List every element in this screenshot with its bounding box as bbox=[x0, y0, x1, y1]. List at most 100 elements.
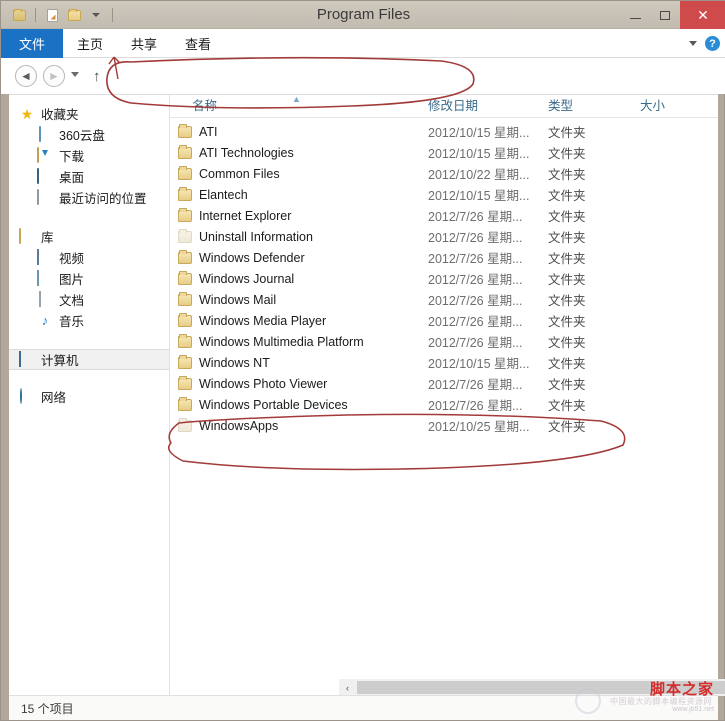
sidebar-item-videos[interactable]: 视频 bbox=[9, 247, 169, 268]
file-date-cell: 2012/10/15 星期... bbox=[428, 357, 530, 371]
table-row[interactable]: ATI Technologies 2012/10/15 星期... 文件夹 bbox=[170, 142, 718, 163]
table-row[interactable]: Internet Explorer 2012/7/26 星期... 文件夹 bbox=[170, 205, 718, 226]
file-type-cell: 文件夹 bbox=[548, 336, 586, 350]
sidebar-label-favorites: 收藏夹 bbox=[41, 108, 79, 122]
sidebar-item-desktop[interactable]: 桌面 bbox=[9, 166, 169, 187]
file-name-label: Windows Multimedia Platform bbox=[199, 334, 364, 349]
file-list-pane: 名称 修改日期 类型 大小 ▲ ATI 2012/10/15 星期... 文件夹 AT… bbox=[169, 94, 725, 696]
file-date-cell: 2012/7/26 星期... bbox=[428, 210, 523, 224]
sidebar-item-documents[interactable]: 文档 bbox=[9, 289, 169, 310]
scroll-left-arrow[interactable]: ‹ bbox=[339, 679, 356, 696]
file-type-cell: 文件夹 bbox=[548, 378, 586, 392]
table-row[interactable]: Uninstall Information 2012/7/26 星期... 文件夹 bbox=[170, 226, 718, 247]
file-date-cell: 2012/7/26 星期... bbox=[428, 378, 523, 392]
file-name-cell: Windows Photo Viewer bbox=[170, 376, 428, 391]
scrollbar-thumb[interactable] bbox=[357, 681, 725, 694]
file-name-label: Windows Mail bbox=[199, 292, 277, 307]
file-type-cell: 文件夹 bbox=[548, 294, 586, 308]
file-type-cell: 文件夹 bbox=[548, 357, 586, 371]
chevron-down-icon[interactable] bbox=[86, 5, 106, 25]
maximize-button[interactable] bbox=[650, 1, 680, 29]
file-name-label: Windows Media Player bbox=[199, 313, 327, 328]
toolbar-divider bbox=[35, 8, 36, 22]
column-header-date[interactable]: 修改日期 bbox=[428, 95, 548, 117]
cloud-drive-icon bbox=[37, 125, 53, 143]
star-icon: ★ bbox=[20, 105, 34, 122]
folder-icon[interactable] bbox=[9, 5, 29, 25]
folder-icon bbox=[178, 397, 192, 411]
tab-view[interactable]: 查看 bbox=[171, 29, 225, 58]
sort-ascending-icon: ▲ bbox=[292, 94, 301, 104]
file-date-cell: 2012/7/26 星期... bbox=[428, 252, 523, 266]
table-row[interactable]: Windows Mail 2012/7/26 星期... 文件夹 bbox=[170, 289, 718, 310]
chevron-down-icon[interactable] bbox=[71, 72, 79, 77]
sidebar-item-recent-places[interactable]: 最近访问的位置 bbox=[9, 187, 169, 208]
tab-home[interactable]: 主页 bbox=[63, 29, 117, 58]
chevron-down-icon[interactable] bbox=[689, 41, 697, 46]
back-button[interactable]: ◄ bbox=[15, 65, 37, 87]
file-rows: ATI 2012/10/15 星期... 文件夹 ATI Technologies 20… bbox=[170, 118, 718, 436]
sidebar-item-favorites[interactable]: ★ 收藏夹 bbox=[9, 103, 169, 124]
file-name-cell: Internet Explorer bbox=[170, 208, 428, 223]
folder-icon bbox=[178, 355, 192, 369]
file-name-label: ATI bbox=[199, 124, 218, 139]
properties-icon[interactable] bbox=[42, 5, 62, 25]
sidebar-item-computer[interactable]: 计算机 bbox=[9, 349, 169, 370]
file-name-label: Common Files bbox=[199, 166, 280, 181]
column-header-type[interactable]: 类型 bbox=[548, 95, 640, 117]
tab-file[interactable]: 文件 bbox=[1, 29, 63, 58]
folder-icon bbox=[178, 208, 192, 222]
table-row[interactable]: Common Files 2012/10/22 星期... 文件夹 bbox=[170, 163, 718, 184]
sidebar-label-recent-places: 最近访问的位置 bbox=[59, 192, 147, 206]
column-header-size[interactable]: 大小 bbox=[640, 95, 700, 117]
file-date-cell: 2012/10/15 星期... bbox=[428, 189, 530, 203]
table-row[interactable]: Windows Portable Devices 2012/7/26 星期... 文… bbox=[170, 394, 718, 415]
nav-group-favorites: ★ 收藏夹 360云盘 下载 桌面 最近访问的位置 bbox=[9, 103, 169, 208]
item-count-label: 15 个项目 bbox=[21, 701, 74, 716]
sidebar-item-360-cloud[interactable]: 360云盘 bbox=[9, 124, 169, 145]
file-type-cell: 文件夹 bbox=[548, 189, 586, 203]
minimize-button[interactable] bbox=[620, 1, 650, 29]
up-button[interactable]: ↑ bbox=[93, 68, 101, 85]
tab-share[interactable]: 共享 bbox=[117, 29, 171, 58]
file-type-cell: 文件夹 bbox=[548, 210, 586, 224]
sidebar-label-computer: 计算机 bbox=[41, 354, 79, 368]
sidebar-item-network[interactable]: 网络 bbox=[9, 386, 169, 407]
file-type-cell: 文件夹 bbox=[548, 420, 586, 434]
table-row[interactable]: ATI 2012/10/15 星期... 文件夹 bbox=[170, 121, 718, 142]
sidebar-item-downloads[interactable]: 下载 bbox=[9, 145, 169, 166]
file-date-cell: 2012/10/22 星期... bbox=[428, 168, 530, 182]
sidebar-item-pictures[interactable]: 图片 bbox=[9, 268, 169, 289]
file-date-cell: 2012/7/26 星期... bbox=[428, 231, 523, 245]
table-row[interactable]: Windows Journal 2012/7/26 星期... 文件夹 bbox=[170, 268, 718, 289]
file-type-cell: 文件夹 bbox=[548, 168, 586, 182]
file-name-cell: Windows Journal bbox=[170, 271, 428, 286]
sidebar-item-music[interactable]: ♪ 音乐 bbox=[9, 310, 169, 331]
new-folder-icon[interactable] bbox=[64, 5, 84, 25]
file-name-label: ATI Technologies bbox=[199, 145, 294, 160]
table-row[interactable]: Windows Photo Viewer 2012/7/26 星期... 文件夹 bbox=[170, 373, 718, 394]
forward-button[interactable]: ► bbox=[43, 65, 65, 87]
file-name-label: Windows NT bbox=[199, 355, 270, 370]
table-row[interactable]: WindowsApps 2012/10/25 星期... 文件夹 bbox=[170, 415, 718, 436]
sidebar-label-desktop: 桌面 bbox=[59, 171, 85, 185]
sidebar-item-libraries[interactable]: 库 bbox=[9, 226, 169, 247]
table-row[interactable]: Windows Multimedia Platform 2012/7/26 星期.… bbox=[170, 331, 718, 352]
table-row[interactable]: Elantech 2012/10/15 星期... 文件夹 bbox=[170, 184, 718, 205]
table-row[interactable]: Windows NT 2012/10/15 星期... 文件夹 bbox=[170, 352, 718, 373]
file-name-label: Uninstall Information bbox=[199, 229, 313, 244]
downloads-icon bbox=[37, 146, 53, 164]
help-icon[interactable]: ? bbox=[705, 36, 720, 51]
file-name-label: Internet Explorer bbox=[199, 208, 292, 223]
nav-group-libraries: 库 视频 图片 文档 ♪ 音乐 bbox=[9, 226, 169, 331]
toolbar-divider-2 bbox=[112, 8, 113, 22]
file-type-cell: 文件夹 bbox=[548, 231, 586, 245]
ribbon-tabs-bar: 文件 主页 共享 查看 ? bbox=[1, 29, 725, 58]
library-icon bbox=[19, 227, 35, 245]
close-button[interactable]: ✕ bbox=[680, 1, 725, 29]
file-name-label: Windows Journal bbox=[199, 271, 295, 286]
table-row[interactable]: Windows Media Player 2012/7/26 星期... 文件夹 bbox=[170, 310, 718, 331]
horizontal-scrollbar[interactable]: ‹ bbox=[339, 679, 725, 696]
folder-icon bbox=[178, 313, 192, 327]
table-row[interactable]: Windows Defender 2012/7/26 星期... 文件夹 bbox=[170, 247, 718, 268]
